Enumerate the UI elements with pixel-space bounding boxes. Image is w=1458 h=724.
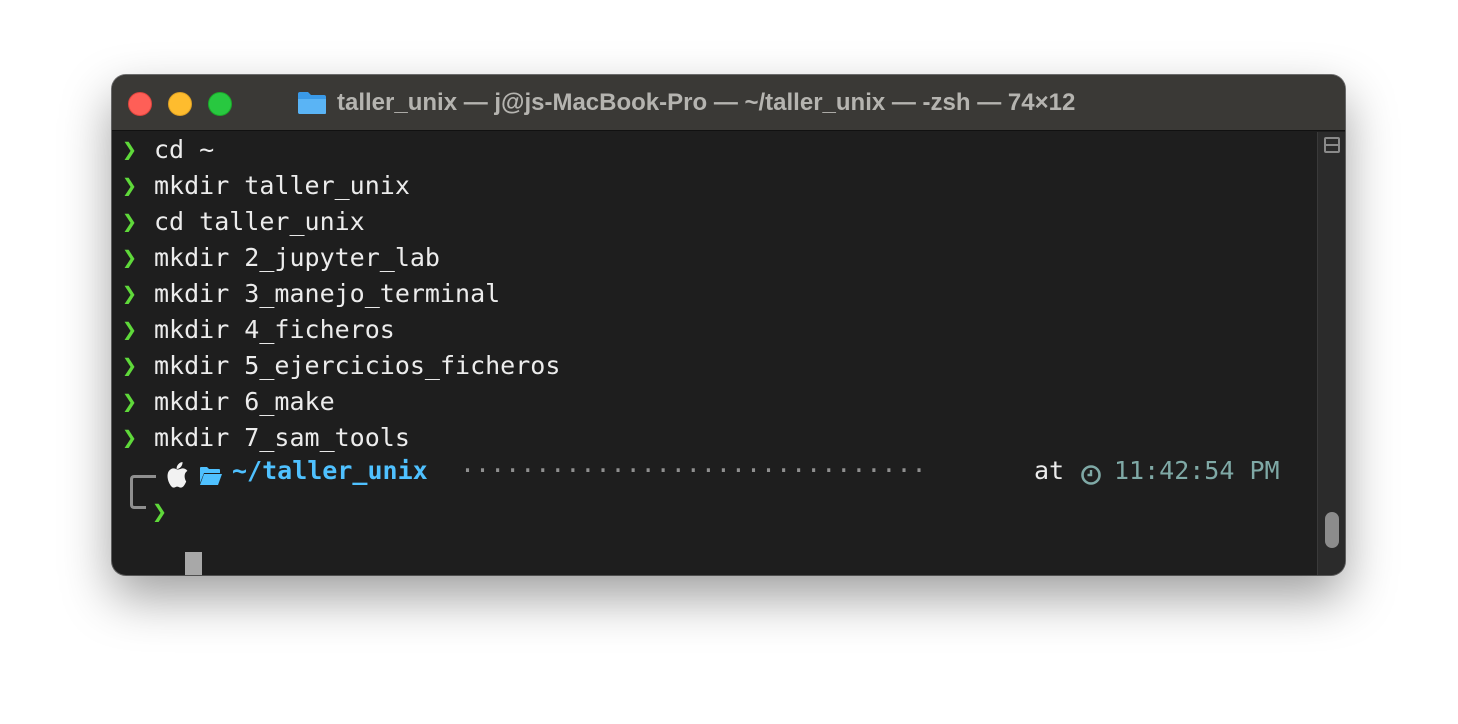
folder-open-icon	[200, 467, 222, 485]
prompt-frame-connector	[130, 475, 146, 509]
command-text: mkdir 4_ficheros	[154, 315, 395, 344]
command-text: cd ~	[154, 135, 215, 164]
prompt-chevron: ❯	[122, 207, 138, 236]
command-text: mkdir taller_unix	[154, 171, 410, 200]
prompt-chevron: ❯	[122, 315, 138, 344]
command-text: mkdir 7_sam_tools	[154, 423, 410, 452]
apple-icon	[167, 462, 188, 488]
at-label: at	[1034, 456, 1065, 485]
prompt-chevron: ❯	[122, 171, 138, 200]
prompt-time: 11:42:54 PM	[1114, 456, 1280, 485]
prompt-chevron: ❯	[122, 279, 138, 308]
terminal-content[interactable]: ❯ cd ~ ❯ mkdir taller_unix ❯ cd taller_unix…	[112, 132, 1317, 575]
terminal-window: taller_unix — j@js-MacBook-Pro — ~/talle…	[112, 75, 1345, 575]
history-line: ❯ mkdir taller_unix	[122, 168, 410, 204]
close-button[interactable]	[128, 92, 152, 116]
history-line: ❯ mkdir 4_ficheros	[122, 312, 395, 348]
history-line: ❯ mkdir 5_ejercicios_ficheros	[122, 348, 560, 384]
prompt-chevron: ❯	[122, 423, 138, 452]
command-text: cd taller_unix	[154, 207, 365, 236]
split-pane-icon[interactable]	[1324, 137, 1340, 153]
zoom-button[interactable]	[208, 92, 232, 116]
history-line: ❯ mkdir 3_manejo_terminal	[122, 276, 500, 312]
current-path: ~/taller_unix	[232, 456, 428, 485]
prompt-chevron: ❯	[122, 351, 138, 380]
folder-icon	[298, 92, 326, 114]
window-title-group: taller_unix — j@js-MacBook-Pro — ~/talle…	[297, 88, 1075, 118]
prompt-filler: ·······························	[460, 456, 927, 485]
window-title: taller_unix — j@js-MacBook-Pro — ~/talle…	[337, 89, 1076, 116]
prompt-chevron: ❯	[122, 243, 138, 272]
command-text: mkdir 6_make	[154, 387, 335, 416]
command-text: mkdir 2_jupyter_lab	[154, 243, 440, 272]
vertical-scrollbar[interactable]	[1317, 132, 1345, 575]
history-line: ❯ mkdir 6_make	[122, 384, 335, 420]
history-line: ❯ cd ~	[122, 132, 214, 168]
history-line: ❯ cd taller_unix	[122, 204, 365, 240]
clock-icon	[1081, 465, 1101, 485]
command-text: mkdir 5_ejercicios_ficheros	[154, 351, 561, 380]
prompt-frame-connector-top	[146, 475, 156, 478]
history-line: ❯ mkdir 7_sam_tools	[122, 420, 410, 456]
command-text: mkdir 3_manejo_terminal	[154, 279, 501, 308]
prompt-chevron: ❯	[122, 387, 138, 416]
history-line: ❯ mkdir 2_jupyter_lab	[122, 240, 440, 276]
title-bar[interactable]: taller_unix — j@js-MacBook-Pro — ~/talle…	[112, 75, 1345, 131]
input-prompt-chevron: ❯	[152, 497, 168, 526]
minimize-button[interactable]	[168, 92, 192, 116]
text-cursor[interactable]	[185, 552, 202, 575]
scrollbar-thumb[interactable]	[1325, 512, 1339, 548]
prompt-chevron: ❯	[122, 135, 138, 164]
